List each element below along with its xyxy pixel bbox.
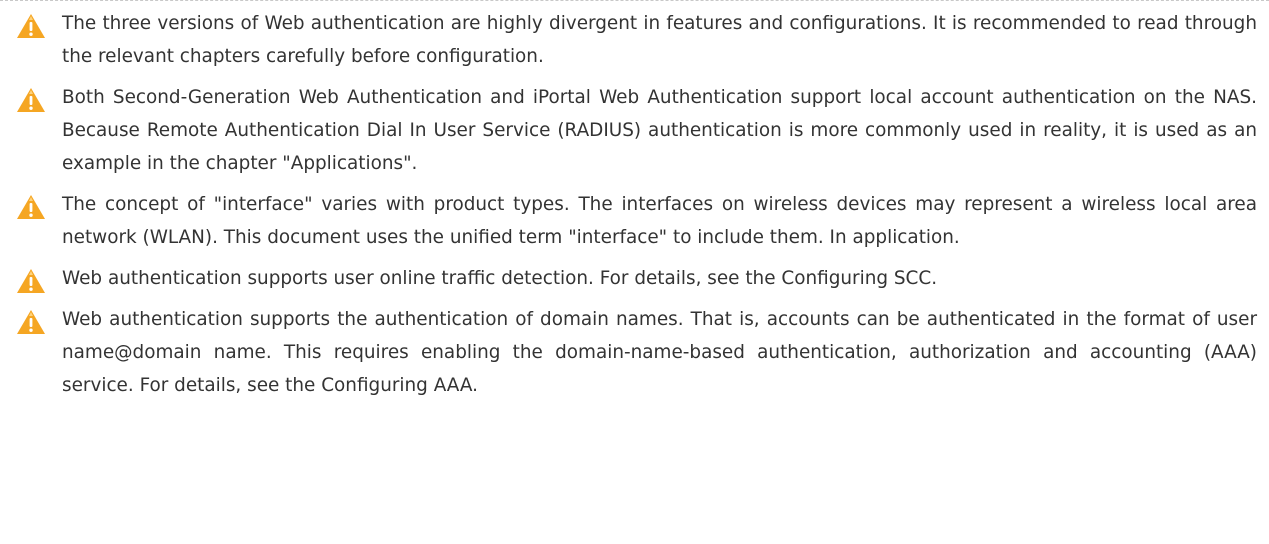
note-text: The three versions of Web authentication… — [62, 13, 1257, 67]
note-item: The three versions of Web authentication… — [0, 7, 1269, 73]
warning-icon — [16, 87, 46, 113]
note-text: Web authentication supports the authenti… — [62, 309, 1257, 396]
warning-icon — [16, 194, 46, 220]
note-text: Web authentication supports user online … — [62, 268, 938, 289]
note-item: The concept of "interface" varies with p… — [0, 188, 1269, 254]
notes-section: The three versions of Web authentication… — [0, 0, 1269, 544]
note-text: Both Second-Generation Web Authenticatio… — [62, 87, 1257, 174]
warning-icon — [16, 13, 46, 39]
note-item: Both Second-Generation Web Authenticatio… — [0, 81, 1269, 180]
note-item: Web authentication supports user online … — [0, 262, 1269, 295]
warning-icon — [16, 309, 46, 335]
warning-icon — [16, 268, 46, 294]
note-item: Web authentication supports the authenti… — [0, 303, 1269, 402]
note-text: The concept of "interface" varies with p… — [62, 194, 1257, 248]
